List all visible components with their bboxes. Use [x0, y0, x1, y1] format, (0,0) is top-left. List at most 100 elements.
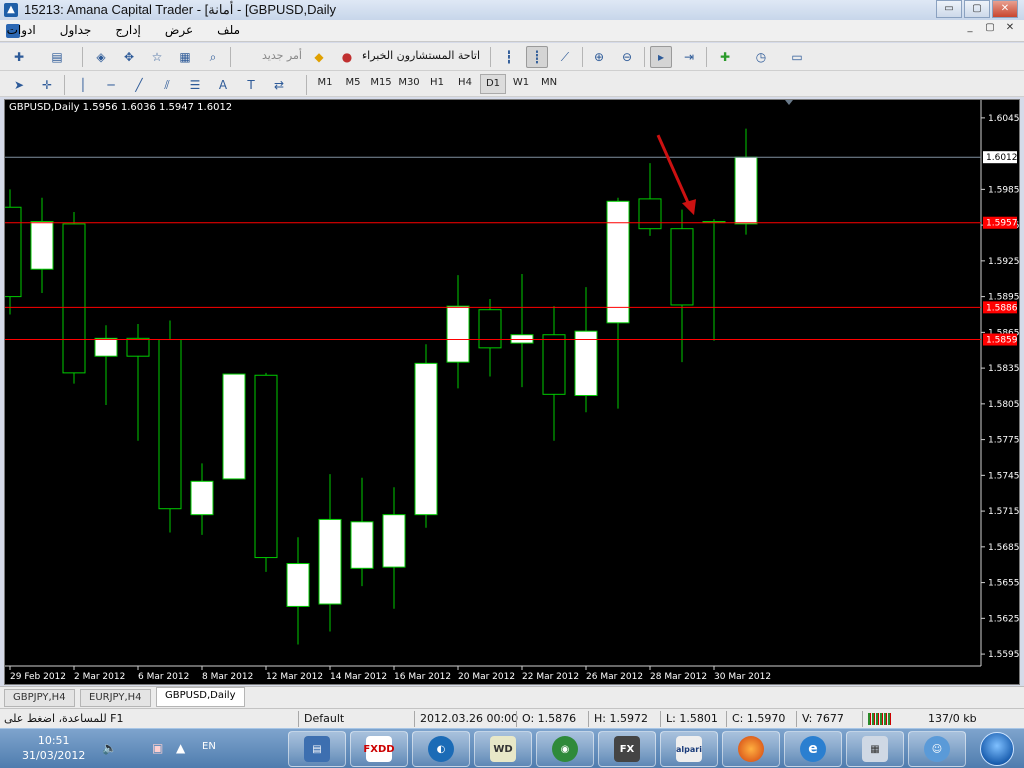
candle-body	[30, 221, 54, 270]
status-low: L: 1.5801	[666, 712, 718, 725]
y-tick-label: 1.5895	[988, 293, 1019, 303]
navigator-icon[interactable]: ☆	[146, 46, 168, 68]
terminal-icon[interactable]: ▦	[174, 46, 196, 68]
annotation-arrow-head	[682, 199, 696, 216]
warning-icon[interactable]: ◆	[308, 46, 330, 68]
drawing-toolbar: ➤ ✛ │ ─ ╱ ⫽ ☰ A T ⇄ M1 M5 M15 M30 H1 H4 …	[0, 71, 1024, 97]
cursor-icon[interactable]: ➤	[8, 74, 30, 96]
expert-advisors-button[interactable]: اتاحة المستشارون الخبراء	[362, 49, 480, 62]
text-label-icon[interactable]: T	[240, 74, 262, 96]
show-hidden-icon[interactable]: ▲	[176, 741, 185, 755]
candlestick-icon[interactable]: ┋	[526, 46, 548, 68]
taskbar-app-alpari[interactable]: alpari	[660, 731, 718, 767]
bid-price-label: 1.6012	[986, 153, 1018, 163]
zoom-in-icon[interactable]: ⊕	[588, 46, 610, 68]
y-tick-label: 1.5745	[988, 471, 1019, 481]
system-clock[interactable]: 10:51 31/03/2012	[22, 733, 85, 763]
timeframe-h1[interactable]: H1	[424, 77, 450, 88]
taskbar-app-calculator[interactable]: ▦	[846, 731, 904, 767]
chart-shift-icon[interactable]: ⇥	[678, 46, 700, 68]
equidistant-channel-icon[interactable]: ⫽	[156, 74, 178, 96]
indicators-icon[interactable]: ✚	[714, 46, 736, 68]
crosshair-icon[interactable]: ✛	[36, 74, 58, 96]
taskbar-app-fxdd[interactable]: FXDD	[350, 731, 408, 767]
tab-gbpusd-daily[interactable]: GBPUSD,Daily	[156, 687, 245, 707]
taskbar-app-ie[interactable]: e	[784, 731, 842, 767]
mdi-minimize-button[interactable]: _	[962, 22, 978, 36]
timeframe-m15[interactable]: M15	[368, 77, 394, 88]
internet-explorer-icon: e	[800, 736, 826, 762]
experts-icon[interactable]: ●	[336, 46, 358, 68]
minimize-button[interactable]: ▭	[936, 0, 962, 18]
taskbar: 10:51 31/03/2012 🔈 ▣ ▲ EN ▤ FXDD ◐ WD ◉ …	[0, 728, 1024, 768]
annotation-arrow-shaft	[656, 134, 692, 208]
tab-gbpjpy-h4[interactable]: GBPJPY,H4	[4, 689, 75, 707]
mdi-restore-button[interactable]: ▢	[982, 22, 998, 36]
language-indicator[interactable]: EN	[202, 741, 216, 752]
status-bar: للمساعدة، اضغط على F1 Default 2012.03.26…	[0, 708, 1024, 728]
timeframe-d1[interactable]: D1	[480, 74, 506, 94]
y-tick-label: 1.5625	[988, 614, 1019, 624]
market-watch-icon[interactable]: ◈	[90, 46, 112, 68]
templates-icon[interactable]: ▭	[786, 46, 808, 68]
timeframe-w1[interactable]: W1	[508, 77, 534, 88]
chart-window[interactable]: 1.60451.59851.59551.59251.58951.58651.58…	[4, 99, 1020, 685]
candle-body	[574, 330, 598, 397]
title-bar: ▲ 15213: Amana Capital Trader - [أمانة -…	[0, 0, 1024, 20]
tester-icon[interactable]: ⌕	[202, 46, 224, 68]
trendline-icon[interactable]: ╱	[128, 74, 150, 96]
menu-charts[interactable]: جداول	[60, 23, 92, 37]
profiles-icon[interactable]: ▤	[46, 46, 68, 68]
taskbar-app-firefox[interactable]	[722, 731, 780, 767]
taskbar-app-amana[interactable]: ◐	[412, 731, 470, 767]
maximize-button[interactable]: ▢	[964, 0, 990, 18]
candle-body	[414, 362, 438, 516]
x-tick-label: 16 Mar 2012	[394, 672, 451, 682]
taskbar-app-notes[interactable]: ▤	[288, 731, 346, 767]
horizontal-line-icon[interactable]: ─	[100, 74, 122, 96]
menu-view[interactable]: عرض	[165, 23, 193, 37]
mdi-close-button[interactable]: ✕	[1002, 22, 1018, 36]
timeframe-m5[interactable]: M5	[340, 77, 366, 88]
candle-body	[318, 518, 342, 605]
volume-icon[interactable]: 🔈	[102, 741, 117, 755]
timeframe-m1[interactable]: M1	[312, 77, 338, 88]
fxdd-icon: FXDD	[363, 736, 395, 762]
chart-header: GBPUSD,Daily 1.5956 1.6036 1.5947 1.6012	[9, 102, 233, 113]
candle-body	[254, 374, 278, 559]
autoscroll-icon[interactable]: ▸	[650, 46, 672, 68]
taskbar-app-messenger[interactable]: ☺	[908, 731, 966, 767]
timeframe-h4[interactable]: H4	[452, 77, 478, 88]
close-button[interactable]: ✕	[992, 0, 1018, 18]
clock-date: 31/03/2012	[22, 749, 86, 762]
x-tick-label: 14 Mar 2012	[330, 672, 387, 682]
tab-eurjpy-h4[interactable]: EURJPY,H4	[80, 689, 151, 707]
bar-chart-icon[interactable]: ┇	[498, 46, 520, 68]
menu-file[interactable]: ملف	[217, 23, 240, 37]
vertical-line-icon[interactable]: │	[72, 74, 94, 96]
periods-icon[interactable]: ◷	[750, 46, 772, 68]
taskbar-app-globe[interactable]: ◉	[536, 731, 594, 767]
arrows-icon[interactable]: ⇄	[268, 74, 290, 96]
candlestick-chart[interactable]: 1.60451.59851.59551.59251.58951.58651.58…	[5, 100, 1019, 684]
zoom-out-icon[interactable]: ⊖	[616, 46, 638, 68]
timeframe-mn[interactable]: MN	[536, 77, 562, 88]
network-icon[interactable]: ▣	[152, 741, 163, 755]
data-window-icon[interactable]: ✥	[118, 46, 140, 68]
taskbar-app-wd[interactable]: WD	[474, 731, 532, 767]
standard-toolbar: ✚ ▤ ◈ ✥ ☆ ▦ ⌕ أمر جديد ◆ ● اتاحة المستشا…	[0, 43, 1024, 71]
timeframe-m30[interactable]: M30	[396, 77, 422, 88]
taskbar-app-fx[interactable]: FX	[598, 731, 656, 767]
menu-tools[interactable]: ادوات	[7, 23, 36, 37]
start-button[interactable]	[980, 732, 1014, 766]
line-chart-icon[interactable]: ⟋	[554, 46, 576, 68]
y-tick-label: 1.6045	[988, 114, 1019, 124]
candle-body	[478, 309, 502, 349]
new-order-label[interactable]: أمر جديد	[262, 49, 302, 62]
fibonacci-icon[interactable]: ☰	[184, 74, 206, 96]
new-chart-icon[interactable]: ✚	[8, 46, 30, 68]
menu-insert[interactable]: إدارج	[115, 23, 141, 37]
y-tick-label: 1.5715	[988, 507, 1019, 517]
level-price-label: 1.5859	[986, 336, 1018, 346]
text-icon[interactable]: A	[212, 74, 234, 96]
